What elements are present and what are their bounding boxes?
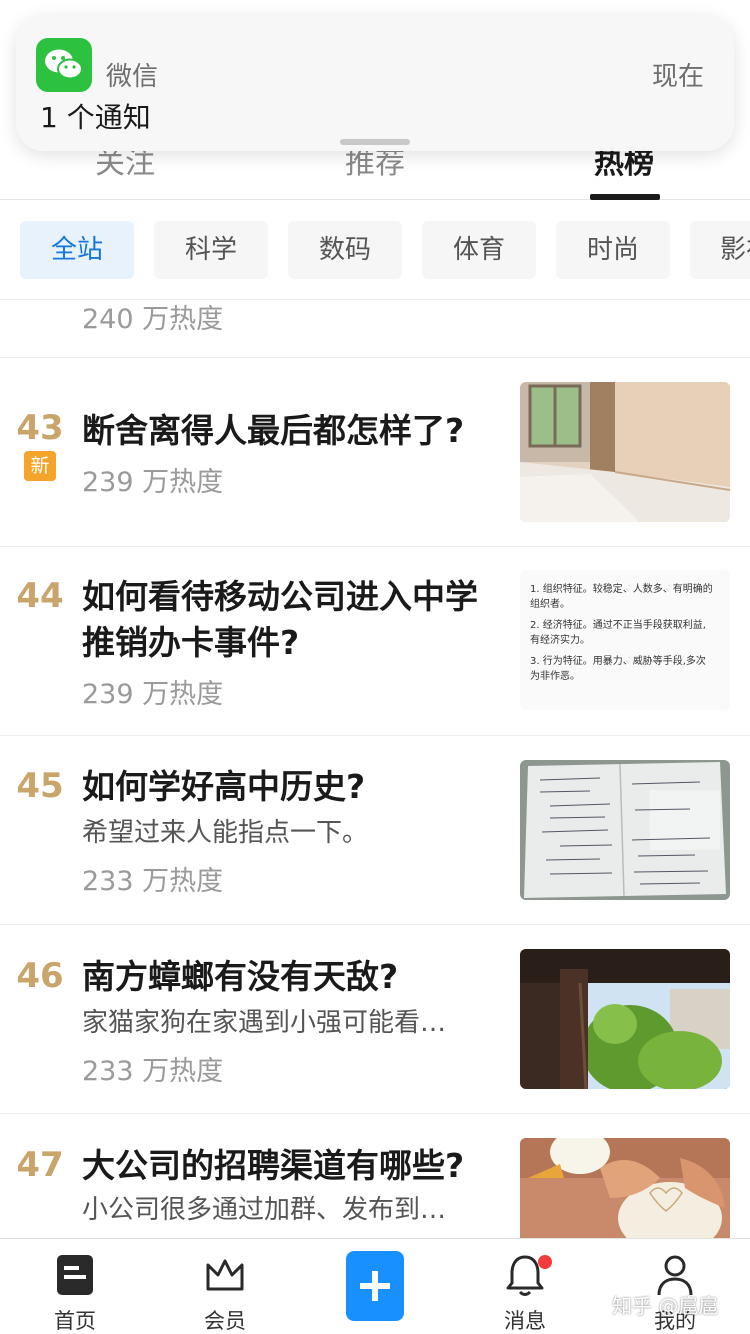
item-heat: 233 万热度 — [82, 866, 224, 897]
wechat-icon — [36, 38, 92, 92]
rank-number: 44 — [16, 576, 64, 616]
item-title-line-1[interactable]: 如何看待移动公司进入中学 — [82, 574, 502, 620]
thumbnail-text-line: 组织者。 — [530, 599, 570, 610]
thumbnail-text-line: 2. 经济特征。通过不正当手段获取利益, — [530, 620, 706, 631]
create-post-button[interactable] — [346, 1251, 404, 1321]
item-heat: 239 万热度 — [82, 467, 224, 498]
nav-mine[interactable]: 我的 — [625, 1239, 725, 1334]
thumbnail-text: 1. 组织特征。较稳定、人数多、有明确的 组织者。 2. 经济特征。通过不正当手… — [530, 582, 724, 684]
category-film[interactable]: 影视 — [690, 221, 750, 279]
nav-messages[interactable]: 消息 — [475, 1239, 575, 1334]
notification-body: 1 个通知 — [40, 101, 151, 134]
category-fashion[interactable]: 时尚 — [556, 221, 670, 279]
nav-vip-label: 会员 — [204, 1309, 246, 1333]
item-thumbnail-duck[interactable] — [520, 1138, 730, 1238]
divider — [0, 357, 750, 358]
notification-grabber[interactable] — [340, 139, 410, 145]
item-thumbnail-text-image[interactable]: 1. 组织特征。较稳定、人数多、有明确的 组织者。 2. 经济特征。通过不正当手… — [520, 570, 730, 710]
crown-icon — [205, 1253, 245, 1297]
bottom-navigation: 首页 会员 消息 我的 — [0, 1238, 750, 1334]
nav-vip[interactable]: 会员 — [175, 1239, 275, 1334]
nav-home-label: 首页 — [54, 1309, 96, 1333]
rank-number: 43 — [16, 408, 64, 448]
item-thumbnail-window-tree[interactable] — [520, 949, 730, 1089]
item-title[interactable]: 南方蟑螂有没有天敌? — [82, 954, 502, 1000]
item-title[interactable]: 如何学好高中历史? — [82, 764, 502, 810]
divider — [0, 1113, 750, 1114]
watermark: 知乎 @扈扈 — [612, 1294, 719, 1318]
category-all[interactable]: 全站 — [20, 221, 134, 279]
bell-icon — [505, 1253, 552, 1297]
divider — [0, 546, 750, 547]
rank-number: 46 — [16, 956, 64, 996]
thumbnail-text-line: 1. 组织特征。较稳定、人数多、有明确的 — [530, 584, 713, 595]
category-science[interactable]: 科学 — [154, 221, 268, 279]
notification-app-name: 微信 — [106, 62, 159, 92]
notification-time: 现在 — [651, 62, 704, 92]
item-excerpt: 家猫家狗在家遇到小强可能看… — [82, 1008, 447, 1038]
item-title[interactable]: 断舍离得人最后都怎样了? — [82, 408, 502, 454]
thumbnail-text-line: 为非作恶。 — [530, 671, 580, 682]
item-heat: 233 万热度 — [82, 1056, 224, 1087]
nav-messages-label: 消息 — [504, 1309, 546, 1333]
nav-home[interactable]: 首页 — [25, 1239, 125, 1334]
plus-icon — [360, 1271, 390, 1301]
item-heat: 239 万热度 — [82, 679, 224, 710]
category-digital[interactable]: 数码 — [288, 221, 402, 279]
divider — [0, 924, 750, 925]
thumbnail-text-line: 3. 行为特征。用暴力、威胁等手段,多次 — [530, 656, 706, 667]
rank-number: 45 — [16, 766, 64, 806]
item-title[interactable]: 大公司的招聘渠道有哪些? — [82, 1143, 502, 1189]
category-sports[interactable]: 体育 — [422, 221, 536, 279]
item-title-line-2[interactable]: 推销办卡事件? — [82, 620, 502, 666]
wechat-notification[interactable]: 微信 现在 1 个通知 — [16, 16, 734, 151]
item-excerpt: 小公司很多通过加群、发布到… — [82, 1195, 447, 1225]
new-badge: 新 — [24, 451, 56, 481]
item-thumbnail-notes[interactable] — [520, 760, 730, 900]
item-thumbnail-empty-room[interactable] — [520, 382, 730, 522]
item-excerpt: 希望过来人能指点一下。 — [82, 818, 369, 848]
thumbnail-text-line: 有经济实力。 — [530, 635, 590, 646]
previous-item-heat: 240 万热度 — [82, 304, 224, 335]
home-icon — [55, 1253, 95, 1297]
rank-number: 47 — [16, 1145, 64, 1185]
divider — [0, 735, 750, 736]
category-bar: 全站 科学 数码 体育 时尚 影视 — [0, 200, 750, 300]
